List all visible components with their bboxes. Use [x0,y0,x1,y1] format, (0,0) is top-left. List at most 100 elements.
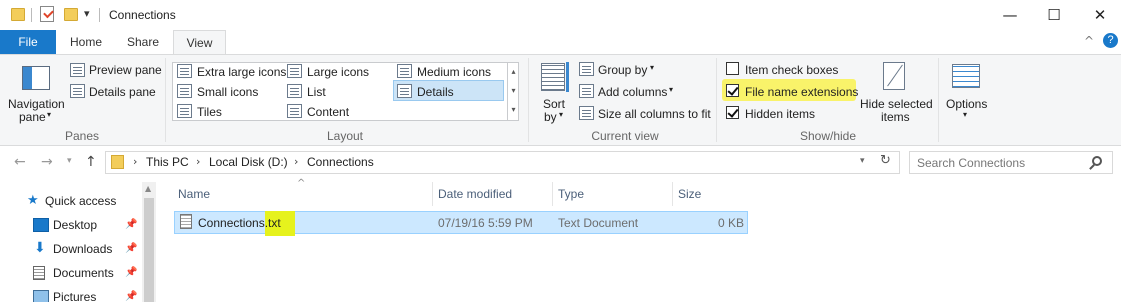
help-icon[interactable]: ? [1103,33,1118,48]
panes-group-label: Panes [64,129,100,143]
breadcrumb-separator-icon[interactable]: › [294,155,298,168]
column-divider[interactable] [552,182,553,206]
column-header-type[interactable]: Type [558,187,584,201]
sort-by-icon [541,63,565,91]
pin-icon: 📌 [125,291,138,302]
column-header-size[interactable]: Size [678,187,701,201]
layout-content[interactable]: Content [307,105,349,119]
scroll-up-icon[interactable]: ▲ [145,184,151,193]
layout-gallery-scroll[interactable]: ▴ ▾ ▾ [507,62,519,121]
navigation-pane-label-2[interactable]: pane [19,110,46,124]
list-icon [287,84,302,98]
large-icons-icon [287,64,302,78]
navigation-pane-dropdown-icon[interactable]: ▾ [47,110,51,119]
tab-home[interactable]: Home [60,30,112,54]
column-divider[interactable] [432,182,433,206]
group-by-dropdown-icon[interactable]: ▾ [650,63,654,72]
nav-pictures[interactable]: Pictures [53,290,96,302]
qat-dropdown-icon[interactable]: ▾ [84,7,90,20]
forward-arrow-icon[interactable]: → [41,154,53,170]
layout-group-label: Layout [326,129,364,143]
collapse-ribbon-icon[interactable]: ^ [1084,34,1094,48]
layout-details[interactable]: Details [417,85,454,99]
medium-icons-icon [397,64,412,78]
sort-by-dropdown-icon[interactable]: ▾ [559,110,563,119]
nav-downloads[interactable]: Downloads [53,242,112,256]
group-by-button[interactable]: Group by [598,63,647,77]
column-divider[interactable] [672,182,673,206]
address-dropdown-icon[interactable]: ▾ [860,156,865,166]
close-button[interactable]: ✕ [1077,2,1121,28]
breadcrumb-this-pc[interactable]: This PC [146,155,189,169]
file-name[interactable]: Connections.txt [198,216,281,230]
options-button[interactable]: Options [946,97,987,111]
layout-medium-icons[interactable]: Medium icons [417,65,491,79]
navigation-pane-label[interactable]: Navigation [8,97,65,111]
sort-by-label-2[interactable]: by [544,110,557,124]
search-icon[interactable] [1089,156,1102,170]
desktop-icon [33,218,49,232]
properties-icon[interactable] [40,6,54,22]
layout-small-icons[interactable]: Small icons [197,85,258,99]
breadcrumb-separator-icon[interactable]: › [196,155,200,168]
group-divider [528,58,529,142]
hide-selected-items-icon [883,62,905,90]
column-header-date-modified[interactable]: Date modified [438,187,512,201]
pin-icon: 📌 [125,243,138,254]
nav-desktop[interactable]: Desktop [53,218,97,232]
group-divider [165,58,166,142]
item-check-boxes-checkbox[interactable] [726,62,739,75]
options-dropdown-icon[interactable]: ▾ [963,110,967,119]
minimize-button[interactable]: — [987,2,1033,28]
add-columns-dropdown-icon[interactable]: ▾ [669,85,673,94]
layout-list[interactable]: List [307,85,326,99]
back-arrow-icon[interactable]: ← [14,154,26,170]
preview-pane-button[interactable]: Preview pane [89,63,162,77]
hidden-items-label[interactable]: Hidden items [745,107,815,121]
size-all-columns-button[interactable]: Size all columns to fit [598,107,711,121]
options-icon [952,64,980,88]
breadcrumb-local-disk[interactable]: Local Disk (D:) [209,155,288,169]
hidden-items-checkbox[interactable] [726,106,739,119]
nav-documents[interactable]: Documents [53,266,114,280]
tab-file[interactable]: File [0,30,56,54]
maximize-button[interactable]: ☐ [1031,2,1077,28]
layout-large-icons[interactable]: Large icons [307,65,369,79]
pin-icon: 📌 [125,219,138,230]
sort-by-label[interactable]: Sort [543,97,565,111]
star-icon: ★ [27,193,39,208]
file-name-extensions-label[interactable]: File name extensions [745,85,858,99]
item-check-boxes-label[interactable]: Item check boxes [745,63,838,77]
nav-quick-access[interactable]: Quick access [45,194,116,208]
show-hide-group-label: Show/hide [799,129,857,143]
recent-locations-icon[interactable]: ▾ [67,156,72,166]
tab-view[interactable]: View [173,30,226,55]
breadcrumb-connections[interactable]: Connections [307,155,374,169]
layout-extra-large-icons[interactable]: Extra large icons [197,65,286,79]
file-name-extensions-checkbox[interactable] [726,84,739,97]
up-arrow-icon[interactable]: ↑ [85,154,97,170]
pictures-icon [33,290,49,302]
column-header-name[interactable]: Name [178,187,210,201]
group-divider [716,58,717,142]
hide-selected-label-2[interactable]: items [881,110,910,124]
details-pane-button[interactable]: Details pane [89,85,156,99]
new-folder-icon[interactable] [64,8,78,21]
file-explorer-window: ▾ Connections — ☐ ✕ File Home Share View… [0,0,1121,302]
hide-selected-label[interactable]: Hide selected [860,97,933,111]
layout-tiles[interactable]: Tiles [197,105,222,119]
details-pane-icon [70,84,85,98]
navigation-pane-icon [22,66,50,90]
nav-scrollbar-thumb[interactable] [144,198,154,302]
breadcrumb-separator-icon[interactable]: › [133,155,137,168]
size-columns-icon [579,106,594,120]
tiles-icon [177,104,192,118]
preview-pane-icon [70,63,85,77]
tab-share[interactable]: Share [117,30,169,54]
refresh-icon[interactable]: ↻ [880,153,891,168]
folder-icon [11,8,25,21]
add-columns-icon [579,84,594,98]
add-columns-button[interactable]: Add columns [598,85,667,99]
folder-icon [111,155,124,169]
documents-icon [33,266,45,280]
